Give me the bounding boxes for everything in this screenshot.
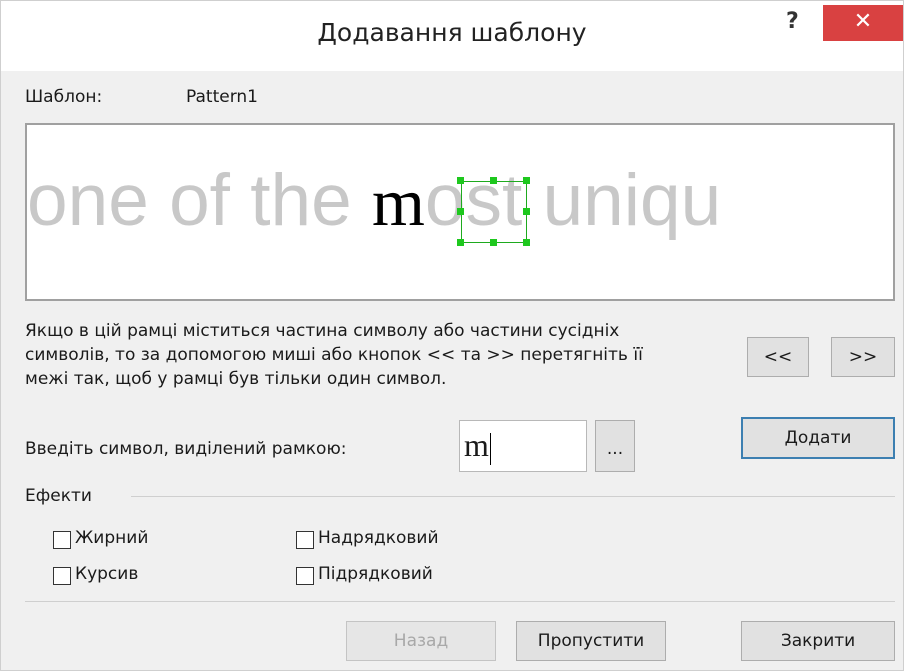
text-caret — [489, 432, 491, 465]
footer-divider — [25, 601, 895, 602]
instruction-line-2: символів, то за допомогою миші або кнопо… — [25, 345, 643, 365]
bold-label[interactable]: Жирний — [75, 528, 148, 548]
resize-handle-bottom-right[interactable] — [523, 239, 530, 246]
effects-group-label: Ефекти — [25, 486, 92, 506]
close-window-button[interactable]: ✕ — [823, 5, 903, 41]
subscript-checkbox[interactable] — [296, 567, 314, 585]
symbol-input-value: m — [464, 427, 489, 463]
preview-selected-char: m — [372, 164, 425, 240]
bold-checkbox[interactable] — [53, 531, 71, 549]
resize-handle-left[interactable] — [457, 208, 464, 215]
skip-button[interactable]: Пропустити — [516, 621, 666, 661]
subscript-label[interactable]: Підрядковий — [318, 564, 433, 584]
back-button[interactable]: Назад — [346, 621, 496, 661]
resize-handle-right[interactable] — [523, 208, 530, 215]
add-button[interactable]: Додати — [741, 417, 895, 459]
prev-button[interactable]: << — [747, 337, 809, 377]
resize-handle-bottom-left[interactable] — [457, 239, 464, 246]
instruction-line-1: Якщо в цій рамці міститься частина симво… — [25, 321, 620, 341]
character-preview[interactable]: one of the most uniqu — [25, 123, 895, 301]
preview-text-before: one of the — [27, 160, 373, 241]
browse-symbol-button[interactable]: ... — [595, 420, 635, 472]
italic-checkbox[interactable] — [53, 567, 71, 585]
effects-divider — [131, 496, 895, 497]
template-label: Шаблон: — [25, 87, 103, 107]
preview-text: one of the most uniqu — [27, 159, 721, 242]
close-button[interactable]: Закрити — [741, 621, 895, 661]
symbol-input[interactable]: m — [459, 420, 587, 472]
selection-frame[interactable] — [461, 181, 527, 243]
superscript-label[interactable]: Надрядковий — [318, 528, 439, 548]
resize-handle-top-left[interactable] — [457, 177, 464, 184]
help-button[interactable]: ? — [786, 9, 799, 34]
resize-handle-top-right[interactable] — [523, 177, 530, 184]
instruction-line-3: межі так, щоб у рамці був тільки один си… — [25, 369, 447, 389]
resize-handle-bottom[interactable] — [490, 239, 497, 246]
title-bar: Додавання шаблону ? ✕ — [1, 1, 903, 71]
next-button[interactable]: >> — [831, 337, 895, 377]
superscript-checkbox[interactable] — [296, 531, 314, 549]
template-name: Pattern1 — [186, 87, 258, 107]
window-title: Додавання шаблону — [317, 18, 587, 47]
italic-label[interactable]: Курсив — [75, 564, 138, 584]
resize-handle-top[interactable] — [490, 177, 497, 184]
instruction-text: Якщо в цій рамці міститься частина симво… — [25, 319, 745, 391]
symbol-label: Введіть символ, виділений рамкою: — [25, 439, 347, 459]
add-template-dialog: Додавання шаблону ? ✕ Шаблон: Pattern1 o… — [0, 0, 904, 671]
